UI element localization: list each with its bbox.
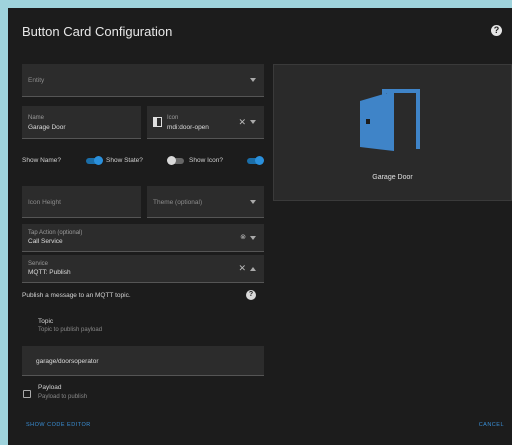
service-description: Publish a message to an MQTT topic. [22,292,131,299]
dialog-title: Button Card Configuration [22,24,173,39]
chevron-down-icon[interactable] [250,235,256,240]
toggle-show-name[interactable]: Show Name? [22,155,108,167]
preview-label: Garage Door [372,174,413,181]
tap-action-select[interactable]: Tap Action (optional) Call Service ⊗ [22,224,264,252]
icon-label: Icon [167,115,179,121]
icon-height-placeholder: Icon Height [28,199,61,206]
icon-height-field[interactable]: Icon Height [22,186,141,218]
chevron-up-icon[interactable] [250,266,256,271]
show-icon-label: Show Icon? [189,157,223,164]
chevron-down-icon[interactable] [250,78,256,82]
payload-checkbox[interactable] [23,390,31,398]
show-name-label: Show Name? [22,157,62,164]
chevron-down-icon[interactable] [250,199,256,204]
show-state-label: Show State? [106,157,143,164]
button-card-preview[interactable]: Garage Door [273,64,512,201]
topic-value: garage/doorsoperator [36,358,99,365]
help-icon[interactable]: ? [491,25,502,36]
name-label: Name [28,115,45,121]
show-code-editor-button[interactable]: SHOW CODE EDITOR [26,422,91,428]
tap-action-label: Tap Action (optional) [28,230,83,236]
service-value: MQTT: Publish [28,269,71,276]
show-icon-knob [255,156,264,165]
clear-icon[interactable]: ✕ [238,117,246,128]
show-name-knob [94,156,103,165]
name-field[interactable]: Name Garage Door [22,106,141,139]
toggle-show-state[interactable]: Show State? [106,155,190,167]
toggle-show-icon[interactable]: Show Icon? [189,155,265,167]
icon-value: mdi:door-open [167,124,209,131]
chevron-down-icon[interactable] [250,120,256,124]
door-open-icon [153,117,162,127]
theme-select[interactable]: Theme (optional) [147,186,264,218]
theme-placeholder: Theme (optional) [153,199,203,206]
topic-label: Topic [38,318,54,325]
clear-icon[interactable]: ✕ [238,263,246,274]
topic-hint: Topic to publish payload [38,327,103,333]
icon-field[interactable]: Icon mdi:door-open ✕ [147,106,264,139]
show-state-knob [167,156,176,165]
clear-icon[interactable]: ⊗ [240,233,246,241]
topic-input[interactable]: garage/doorsoperator [22,346,264,376]
tap-action-value: Call Service [28,238,63,245]
payload-label: Payload [38,384,62,391]
payload-hint: Payload to publish [38,394,88,400]
service-select[interactable]: Service MQTT: Publish ✕ [22,255,264,283]
service-label: Service [28,261,49,267]
help-circle-icon[interactable]: ? [246,290,256,300]
cancel-button[interactable]: CANCEL [479,422,504,428]
entity-placeholder: Entity [28,77,45,84]
door-open-icon [360,89,420,151]
entity-select[interactable]: Entity [22,64,264,97]
name-value: Garage Door [28,124,66,131]
config-dialog: Button Card Configuration ? Entity Name … [8,8,512,445]
